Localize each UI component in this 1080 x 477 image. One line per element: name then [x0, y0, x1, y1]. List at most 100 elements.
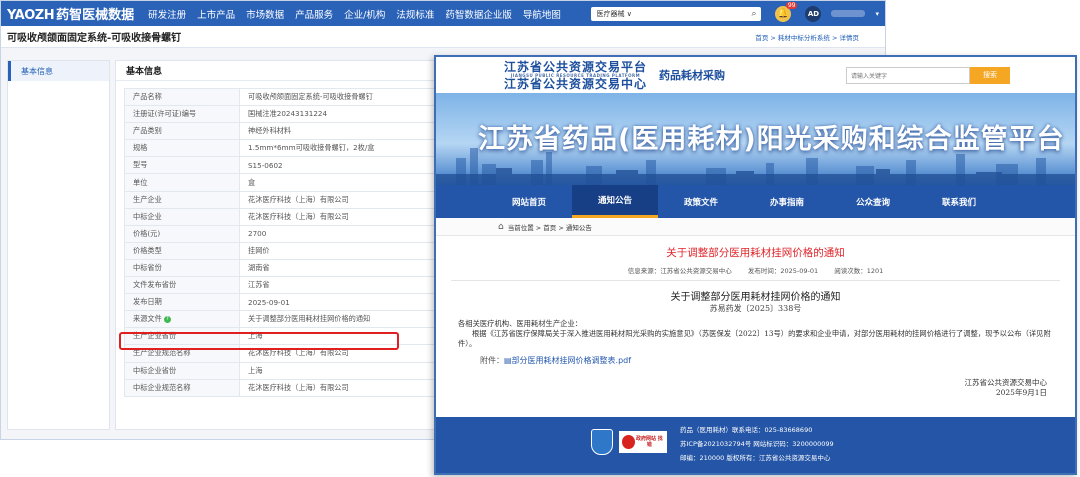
row-label-text: 规格 [133, 143, 148, 153]
sidebar: 基本信息 [7, 60, 110, 430]
attachment-link[interactable]: 部分医用耗材挂网价格调整表.pdf [512, 356, 632, 365]
row-label: 来源文件? [124, 310, 240, 329]
search-input[interactable]: 医疗器械 ∨ ⌕ [591, 6, 762, 21]
row-label: 中标企业省份 [124, 361, 240, 380]
table-row: 规格 1.5mm*6mm可吸收接骨螺钉，2枚/盒 [124, 139, 454, 158]
row-label: 规格 [124, 139, 240, 158]
row-label: 单位 [124, 173, 240, 192]
footer-line: 药品（医用耗材）联系电话：025-83668690 [680, 426, 813, 434]
row-label-text: 单位 [133, 177, 148, 187]
table-row: 产品名称 可吸收颅颌面固定系统-可吸收接骨螺钉 [124, 87, 454, 107]
row-value: 可吸收颅颌面固定系统-可吸收接骨螺钉 [239, 87, 454, 107]
banner: 江苏省药品(医用耗材)阳光采购和综合监管平台 [436, 93, 1075, 185]
row-value: 上海 [239, 361, 454, 380]
row-value: 江苏省 [239, 276, 454, 295]
row-label-text: 生产企业 [133, 194, 162, 204]
platform-subtitle: 药品耗材采购 [659, 69, 726, 82]
row-label-text: 中标企业省份 [133, 365, 177, 375]
row-label: 产品类别 [124, 122, 240, 141]
emblem-icon [622, 435, 635, 449]
help-icon[interactable]: ? [163, 315, 171, 323]
attachment-label: 附件： [480, 356, 504, 365]
row-value: 挂网价 [239, 241, 454, 260]
platform-logo[interactable]: 江苏省公共资源交易平台 JIANGSU PUBLIC RESOURCE TRAD… [504, 61, 647, 90]
portal-nav-home[interactable]: 网站首页 [486, 185, 572, 218]
logo-line3: 江苏省公共资源交易中心 [504, 76, 648, 91]
article-meta: 信息来源：江苏省公共资源交易中心 发布时间：2025-09-01 阅读次数：12… [451, 265, 1060, 281]
table-row: 来源文件? 关于调整部分医用耗材挂网价格的通知 [124, 310, 454, 329]
table-row: 文件发布省份 江苏省 [124, 276, 454, 295]
footer-line: 邮编：210000 版权所有：江苏省公共资源交易中心 [680, 454, 831, 462]
nav-item-products[interactable]: 上市产品 [197, 7, 235, 21]
nav-item-companies[interactable]: 企业/机构 [344, 7, 385, 21]
portal-nav-query[interactable]: 公众查询 [830, 185, 916, 218]
title-bar: 可吸收颅颌面固定系统-可吸收接骨螺钉 首页 > 耗材中标分析系统 > 详情页 [1, 26, 885, 48]
banner-title: 江苏省药品(医用耗材)阳光采购和综合监管平台 [478, 124, 1065, 155]
footer-line: 苏ICP备2021032794号 网站标识码：3200000099 [680, 440, 834, 448]
row-value[interactable]: 关于调整部分医用耗材挂网价格的通知 [239, 310, 454, 329]
row-label: 注册证(许可证)编号 [124, 105, 240, 124]
logo-en: YAOZH [7, 8, 55, 23]
row-label: 中标企业规范名称 [124, 378, 240, 397]
shield-badge-icon[interactable] [591, 429, 613, 455]
search-category-select[interactable]: 医疗器械 ∨ [596, 9, 631, 19]
portal-search: 请输入关键字 搜索 [846, 66, 1010, 84]
page-title: 可吸收颅颌面固定系统-可吸收接骨螺钉 [7, 33, 182, 44]
portal-nav-policies[interactable]: 政策文件 [658, 185, 744, 218]
logo-cn: 药智医械数据 [56, 8, 135, 23]
table-row: 价格(元) 2700 [124, 224, 454, 243]
home-icon[interactable]: ⌂ [498, 222, 504, 232]
portal-breadcrumb-text[interactable]: 当前位置 > 首页 > 通知公告 [508, 222, 592, 232]
nav-item-regulations[interactable]: 法规标准 [396, 7, 434, 21]
document-body: 各相关医疗机构、医用耗材生产企业： 根据《江苏省医疗保障局关于深入推进医用耗材阳… [436, 319, 1075, 349]
table-row: 产品类别 神经外科材料 [124, 122, 454, 141]
row-label: 发布日期 [124, 293, 240, 312]
gov-site-badge[interactable]: 政府网站 找错 [619, 431, 667, 453]
row-value: 湖南省 [239, 258, 454, 278]
row-label-text: 注册证(许可证)编号 [133, 109, 197, 119]
row-label: 中标企业 [124, 207, 240, 226]
portal-search-button[interactable]: 搜索 [970, 66, 1010, 84]
document-title: 关于调整部分医用耗材挂网价格的通知 [670, 292, 841, 303]
username-redacted[interactable] [831, 10, 866, 17]
table-row: 生产企业 花沐医疗科技（上海）有限公司 [124, 190, 454, 209]
row-value: 2025-09-01 [239, 293, 454, 312]
portal-nav-contact[interactable]: 联系我们 [916, 185, 1002, 218]
row-value: 盒 [239, 173, 454, 192]
nav-item-market[interactable]: 市场数据 [246, 7, 284, 21]
table-row: 中标省份 湖南省 [124, 258, 454, 278]
portal-search-input[interactable]: 请输入关键字 [846, 66, 970, 84]
footer-badges: 政府网站 找错 [591, 429, 667, 455]
portal-nav-guide[interactable]: 办事指南 [744, 185, 830, 218]
row-label-text: 中标省份 [133, 262, 162, 272]
article-title: 关于调整部分医用耗材挂网价格的通知 [666, 247, 845, 259]
row-label: 生产企业 [124, 190, 240, 209]
search-icon[interactable]: ⌕ [751, 9, 756, 19]
row-label: 文件发布省份 [124, 276, 240, 295]
portal-nav-notices[interactable]: 通知公告 [572, 185, 658, 218]
top-search: 医疗器械 ∨ ⌕ 🔔 99 AD ▾ [591, 1, 879, 22]
chevron-down-icon[interactable]: ▾ [875, 10, 879, 18]
logo-line1: 江苏省公共资源交易平台 [504, 59, 648, 74]
row-label-text: 中标企业规范名称 [133, 382, 191, 392]
nav-item-enterprise[interactable]: 药智数据企业版 [445, 7, 512, 21]
row-value: 花沐医疗科技（上海）有限公司 [239, 207, 454, 226]
sidebar-item-basic-info[interactable]: 基本信息 [8, 61, 109, 81]
nav-item-services[interactable]: 产品服务 [295, 7, 333, 21]
table-row: 中标企业 花沐医疗科技（上海）有限公司 [124, 207, 454, 226]
nav-item-map[interactable]: 导航地图 [523, 7, 561, 21]
row-value: 1.5mm*6mm可吸收接骨螺钉，2枚/盒 [239, 139, 454, 158]
notification-bell-icon[interactable]: 🔔 99 [775, 1, 798, 22]
row-value: 国械注准20243131224 [239, 105, 454, 124]
nav-item-rd[interactable]: 研发注册 [148, 7, 186, 21]
site-logo[interactable]: YAOZH 药智医械数据 [7, 4, 134, 23]
portal-footer: 政府网站 找错 药品（医用耗材）联系电话：025-83668690 苏ICP备2… [436, 417, 1075, 473]
row-label: 中标省份 [124, 258, 240, 278]
breadcrumb[interactable]: 首页 > 耗材中标分析系统 > 详情页 [755, 32, 859, 42]
footer-text: 药品（医用耗材）联系电话：025-83668690 苏ICP备202103279… [680, 423, 834, 465]
avatar[interactable]: AD [805, 5, 822, 22]
meta-views: 阅读次数：1201 [834, 267, 884, 275]
row-label-text: 价格(元) [133, 228, 161, 238]
row-label-text: 产品类别 [133, 126, 162, 136]
table-row: 发布日期 2025-09-01 [124, 293, 454, 312]
